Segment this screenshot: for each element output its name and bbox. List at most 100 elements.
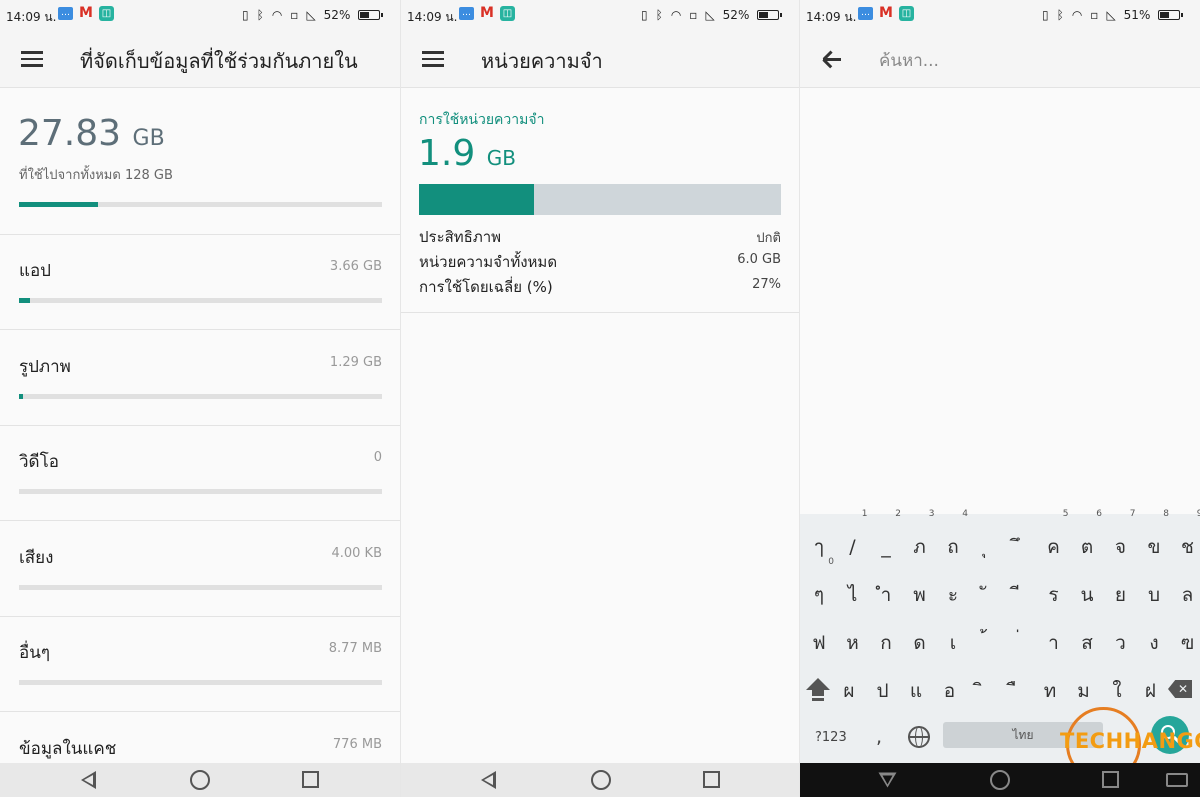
navigation-bar xyxy=(0,763,400,797)
keyboard-key[interactable]: ิ xyxy=(966,666,1000,710)
keyboard-key[interactable]: ข8 xyxy=(1137,509,1171,566)
shift-key[interactable] xyxy=(806,678,830,702)
keyboard-key[interactable]: ฃ xyxy=(1171,618,1200,662)
key-char: ๆ xyxy=(813,584,825,606)
keyboard-key[interactable]: ค5 xyxy=(1037,509,1071,566)
recents-nav-icon[interactable] xyxy=(302,771,319,788)
keyboard-key[interactable]: ๆ0 xyxy=(802,557,836,614)
keyboard-key[interactable]: ภ3 xyxy=(903,509,937,566)
keyboard-key[interactable]: า xyxy=(1037,618,1071,662)
keyboard-key[interactable]: ส xyxy=(1070,618,1104,662)
message-notification-icon: … xyxy=(858,7,873,20)
app-bar: ที่จัดเก็บข้อมูลที่ใช้ร่วมกันภายใน xyxy=(0,30,400,88)
home-nav-icon[interactable] xyxy=(591,770,611,790)
keyboard-key[interactable]: ย xyxy=(1104,570,1138,614)
backspace-key[interactable]: ✕ xyxy=(1168,680,1192,698)
keyboard-key[interactable]: น xyxy=(1070,570,1104,614)
watermark-text: TECHHANGOUT xyxy=(1060,729,1200,753)
keyboard-key[interactable]: ด xyxy=(903,618,937,662)
category-progress-bar xyxy=(19,584,382,590)
keyboard-key[interactable]: ี xyxy=(1003,570,1037,614)
category-label: แอป xyxy=(19,261,51,281)
keyboard-key[interactable]: ผ xyxy=(832,666,866,710)
keyboard-key[interactable]: ช9 xyxy=(1171,509,1200,566)
comma-key[interactable]: , xyxy=(876,726,882,748)
vibrate-icon: ▯ xyxy=(1042,8,1049,22)
keyboard-key[interactable]: _ 2 xyxy=(869,509,903,566)
keyboard-key[interactable]: ั xyxy=(970,570,1004,614)
storage-category-row[interactable]: อื่นๆ 8.77 MB xyxy=(0,617,400,712)
key-char: ห xyxy=(846,632,859,654)
keyboard-key[interactable]: ำ xyxy=(869,570,903,614)
keyboard-key[interactable]: แ xyxy=(899,666,933,710)
gmail-notification-icon: M xyxy=(879,5,893,21)
globe-icon[interactable] xyxy=(908,726,930,748)
keyboard-key[interactable]: /1 xyxy=(836,509,870,566)
back-arrow-icon[interactable] xyxy=(821,50,841,69)
keyboard-key[interactable]: ป xyxy=(866,666,900,710)
status-right: ▯ ᛒ ◠ ▫ ◺ 52% xyxy=(242,8,384,22)
keyboard-key[interactable]: ล xyxy=(1171,570,1200,614)
keyboard-key[interactable]: ห xyxy=(836,618,870,662)
keyboard-key[interactable]: ้ xyxy=(970,618,1004,662)
keyboard-key[interactable]: ฟ xyxy=(802,618,836,662)
stat-value: 27% xyxy=(752,277,781,292)
search-bar xyxy=(800,30,1200,88)
category-progress-fill xyxy=(19,298,30,303)
keyboard-key[interactable]: ก xyxy=(869,618,903,662)
key-char: ำ xyxy=(880,584,892,606)
storage-category-row[interactable]: แอป 3.66 GB xyxy=(0,235,400,330)
gmail-notification-icon: M xyxy=(480,5,494,21)
recents-nav-icon[interactable] xyxy=(1102,771,1119,788)
no-signal-icon: ◺ xyxy=(705,8,715,22)
key-char: ฃ xyxy=(1180,632,1195,654)
menu-icon[interactable] xyxy=(422,51,444,67)
recents-nav-icon[interactable] xyxy=(703,771,720,788)
key-secondary-char: 3 xyxy=(928,509,935,519)
scanner-notification-icon: ◫ xyxy=(500,6,515,21)
keyboard-key[interactable]: ุ xyxy=(970,522,1004,566)
keyboard-switch-icon[interactable] xyxy=(1166,773,1188,787)
keyboard-key[interactable]: ต6 xyxy=(1070,509,1104,566)
keyboard-row-1: ๅ/1_2ภ3ถ4ุึค5ต6จ7ข8ช9 xyxy=(800,509,1200,570)
page-title: ที่จัดเก็บข้อมูลที่ใช้ร่วมกันภายใน xyxy=(80,49,358,73)
keyboard-key[interactable]: ไ xyxy=(836,570,870,614)
keyboard-key[interactable]: ึ xyxy=(1003,522,1037,566)
keyboard-key[interactable]: ถ4 xyxy=(936,509,970,566)
keyboard-key[interactable]: ื xyxy=(1000,666,1034,710)
bluetooth-icon: ᛒ xyxy=(1056,8,1064,22)
storage-category-row[interactable]: วิดีโอ 0 xyxy=(0,426,400,521)
keyboard-key[interactable]: ร xyxy=(1037,570,1071,614)
stat-label: การใช้โดยเฉลี่ย (%) xyxy=(419,278,553,296)
key-char: ก xyxy=(880,632,892,654)
hide-keyboard-icon[interactable] xyxy=(878,772,897,788)
keyboard-key[interactable]: อ xyxy=(933,666,967,710)
storage-category-row[interactable]: เสียง 4.00 KB xyxy=(0,522,400,617)
key-char: ข xyxy=(1147,536,1161,558)
key-secondary-char: 7 xyxy=(1129,509,1136,519)
keyboard-key[interactable]: ว xyxy=(1104,618,1138,662)
back-nav-icon[interactable] xyxy=(81,771,96,789)
category-label: ข้อมูลในแคช xyxy=(19,738,117,759)
key-char: ภ xyxy=(913,536,926,558)
keyboard-key[interactable]: บ xyxy=(1137,570,1171,614)
search-input[interactable] xyxy=(879,48,1179,74)
storage-category-row[interactable]: รูปภาพ 1.29 GB xyxy=(0,331,400,426)
sim-icon: ▫ xyxy=(1090,8,1099,22)
keyboard-key[interactable]: พ xyxy=(903,570,937,614)
sim-icon: ▫ xyxy=(290,8,299,22)
category-progress-bar xyxy=(19,298,382,303)
home-nav-icon[interactable] xyxy=(190,770,210,790)
keyboard-key[interactable]: จ7 xyxy=(1104,509,1138,566)
keyboard-key[interactable]: เ xyxy=(936,618,970,662)
home-nav-icon[interactable] xyxy=(990,770,1010,790)
page-title: หน่วยความจำ xyxy=(481,49,603,73)
used-storage: 27.83 GB xyxy=(18,113,165,154)
stat-label: หน่วยความจำทั้งหมด xyxy=(419,253,558,271)
keyboard-key[interactable]: ง xyxy=(1137,618,1171,662)
keyboard-key[interactable]: ะ xyxy=(936,570,970,614)
keyboard-key[interactable]: ่ xyxy=(1003,618,1037,662)
back-nav-icon[interactable] xyxy=(481,771,496,789)
symbols-key[interactable]: ?123 xyxy=(815,730,847,745)
menu-icon[interactable] xyxy=(21,51,43,67)
